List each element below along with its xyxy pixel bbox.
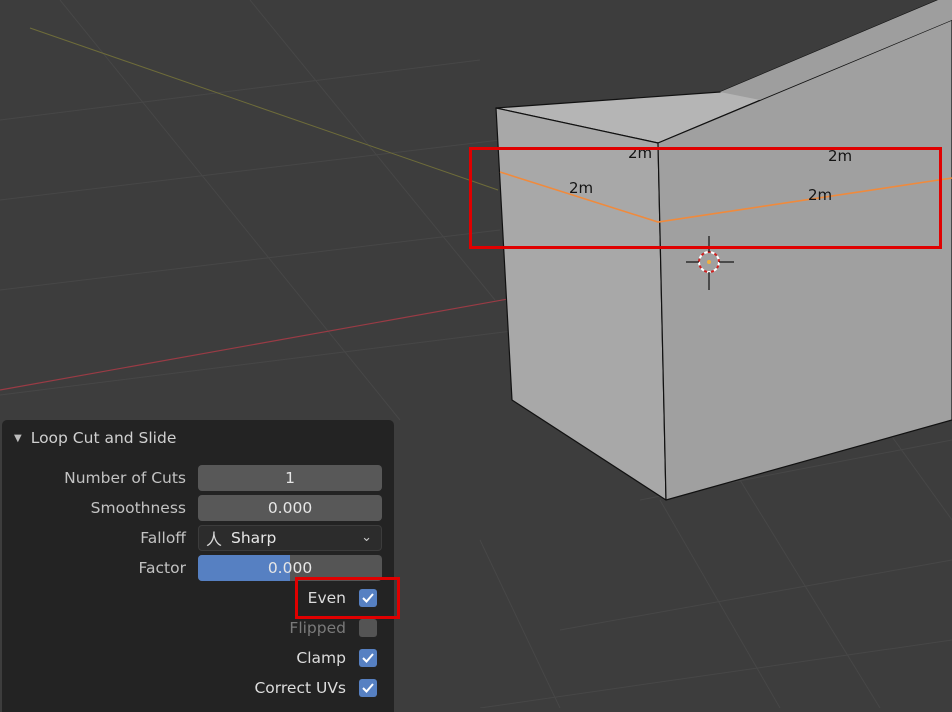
smoothness-field[interactable]: 0.000 (198, 495, 382, 521)
panel-title: Loop Cut and Slide (30, 429, 177, 447)
y-axis-line (29, 27, 499, 191)
smoothness-row: Smoothness 0.000 (2, 495, 394, 521)
number-of-cuts-row: Number of Cuts 1 (2, 465, 394, 491)
loop-cut-and-slide-panel: ▼ Loop Cut and Slide Number of Cuts 1 Sm… (2, 420, 394, 712)
panel-header[interactable]: ▼ Loop Cut and Slide (14, 428, 176, 448)
clamp-checkbox[interactable] (359, 649, 377, 667)
clamp-row: Clamp (2, 645, 394, 671)
smoothness-value: 0.000 (267, 499, 313, 517)
factor-value: 0.000 (267, 559, 313, 577)
flipped-label: Flipped (289, 619, 346, 637)
collapse-triangle-icon[interactable]: ▼ (14, 433, 22, 444)
falloff-value: Sharp (231, 529, 277, 547)
loop-cut-highlight-box (469, 147, 942, 249)
clamp-label: Clamp (296, 649, 346, 667)
mesh-object[interactable] (495, 0, 952, 501)
correct-uvs-label: Correct UVs (254, 679, 346, 697)
number-of-cuts-label: Number of Cuts (64, 469, 186, 487)
falloff-label: Falloff (140, 529, 186, 547)
falloff-dropdown[interactable]: 人 Sharp ⌄ (198, 525, 382, 551)
correct-uvs-row: Correct UVs (2, 675, 394, 701)
sharp-falloff-icon: 人 (206, 530, 223, 549)
chevron-down-icon: ⌄ (361, 530, 372, 545)
smoothness-label: Smoothness (90, 499, 186, 517)
falloff-row: Falloff 人 Sharp ⌄ (2, 525, 394, 551)
correct-uvs-checkbox[interactable] (359, 679, 377, 697)
number-of-cuts-field[interactable]: 1 (198, 465, 382, 491)
number-of-cuts-value: 1 (285, 469, 295, 487)
mesh-right-face (657, 19, 952, 501)
x-axis-line (0, 286, 576, 391)
flipped-checkbox[interactable] (359, 619, 377, 637)
factor-label: Factor (138, 559, 186, 577)
even-option-highlight-box (295, 577, 400, 619)
